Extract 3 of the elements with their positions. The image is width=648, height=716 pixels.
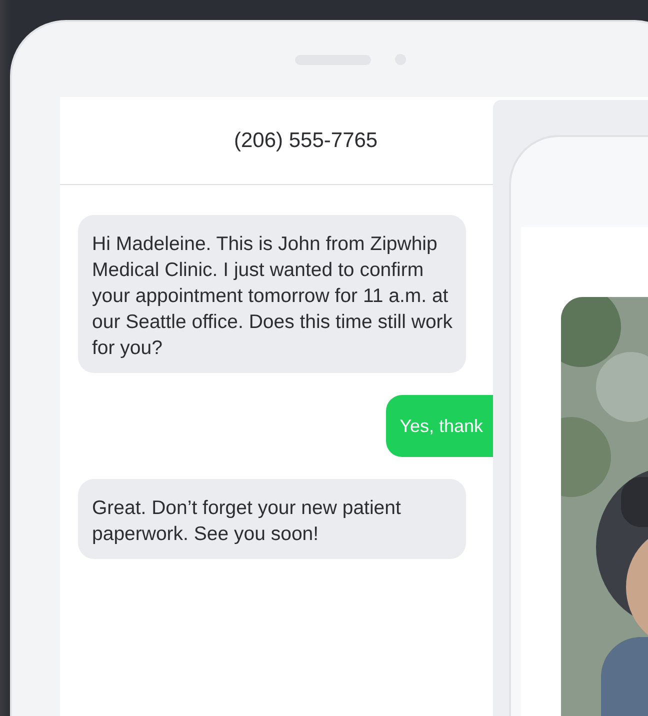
contact-number: (206) 555-7765	[234, 128, 378, 152]
received-message: Great. Don’t forget your new patient paperwork. See you soon!	[78, 479, 466, 559]
received-message: Hi Madeleine. This is John from Zipwhip Medical Clinic. I just wanted to confirm your appointment tomorrow for 11 a.m. at our Seattle office. Does this time still work for you?	[78, 215, 466, 373]
